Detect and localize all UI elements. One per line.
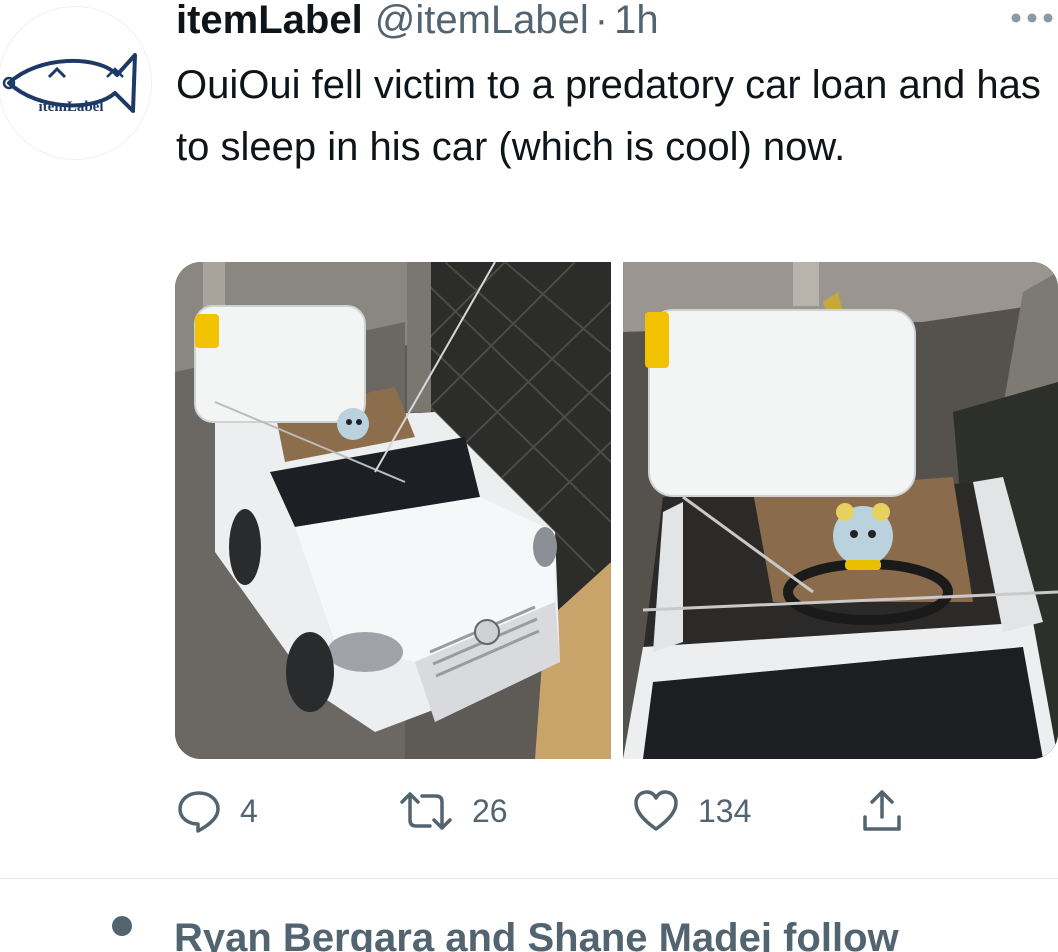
tweet-divider <box>0 878 1058 879</box>
follow-indicator-icon <box>112 916 132 936</box>
display-name[interactable]: itemLabel <box>176 0 363 46</box>
like-button[interactable]: 134 <box>632 786 751 836</box>
reply-count: 4 <box>240 792 258 829</box>
heart-icon <box>634 790 678 831</box>
avatar-logo-text: itemLabel <box>39 99 104 115</box>
user-handle[interactable]: @itemLabel <box>375 0 589 46</box>
avatar[interactable]: itemLabel <box>0 6 152 160</box>
tweet-photo-right[interactable] <box>623 262 1058 759</box>
social-context-text: Ryan Bergara and Shane Madej follow <box>174 916 899 952</box>
retweet-count: 26 <box>472 792 508 829</box>
share-icon <box>863 790 901 831</box>
header-separator: · <box>594 0 609 42</box>
tweet-media <box>175 262 1058 759</box>
tweet-text: OuiOui fell victim to a predatory car lo… <box>176 63 1041 169</box>
reply-button[interactable]: 4 <box>176 786 258 836</box>
tweet-timestamp[interactable]: 1h <box>614 0 659 46</box>
like-count: 134 <box>698 792 752 829</box>
tweet-photo-left[interactable] <box>175 262 611 759</box>
retweet-button[interactable]: 26 <box>398 786 508 836</box>
share-button[interactable] <box>860 786 904 836</box>
social-context[interactable]: Ryan Bergara and Shane Madej follow <box>110 912 1058 952</box>
tweet-header: itemLabel @itemLabel · 1h <box>176 0 659 46</box>
retweet-icon <box>400 792 452 830</box>
more-options-icon[interactable] <box>1010 12 1054 24</box>
fish-logo-icon: itemLabel <box>2 53 137 115</box>
tweet-actions: 4 26 134 <box>176 786 936 836</box>
reply-icon <box>178 791 220 833</box>
